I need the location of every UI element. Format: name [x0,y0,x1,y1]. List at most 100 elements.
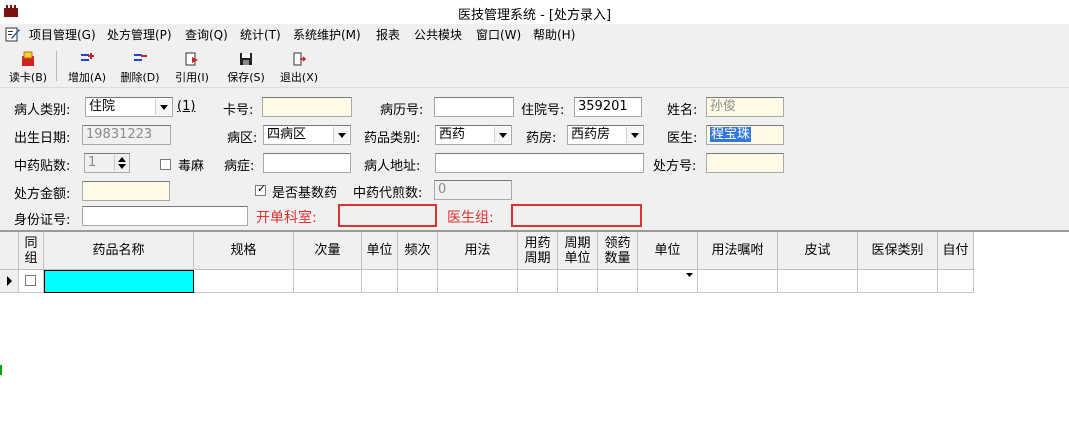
grid-corner [0,232,19,270]
menu-window[interactable]: 窗口(W) [476,26,521,43]
col-header-unit[interactable]: 单位 [362,232,398,270]
col-header-text: 用药周期 [524,235,551,266]
drug-type-select[interactable]: 西药 [435,125,512,145]
menu-help[interactable]: 帮助(H) [533,26,575,43]
col-header-text: 领药数量 [604,235,631,266]
col-header-skin-test[interactable]: 皮试 [778,232,858,270]
cell-insurance[interactable] [858,270,938,293]
reference-button[interactable]: 引用(I) [169,49,215,85]
spin-down-icon[interactable] [118,164,126,169]
cell-unit2[interactable] [638,270,698,293]
doctor-input[interactable]: 程宝珠 [706,125,784,145]
rx-no-input[interactable] [706,153,784,173]
cell-period-unit[interactable] [558,270,598,293]
spin-up-icon[interactable] [118,157,126,162]
col-header-frequency[interactable]: 频次 [398,232,438,270]
birth-date-input[interactable]: 19831223 [82,125,171,145]
delete-button[interactable]: 删除(D) [116,49,164,85]
essential-drug-checkbox[interactable]: ✓ [255,182,267,196]
dept-input[interactable] [338,204,437,227]
drug-type-label: 药品类别: [364,131,421,146]
record-no-input[interactable] [434,97,514,117]
inpatient-no-input[interactable]: 359201 [574,97,642,117]
menu-system[interactable]: 系统维护(M) [293,26,361,43]
menu-statistics[interactable]: 统计(T) [240,26,281,43]
doctor-value: 程宝珠 [710,127,752,142]
col-header-instruction[interactable]: 用法嘱咐 [698,232,778,270]
rx-amount-label: 处方金额: [14,187,71,202]
cell-frequency[interactable] [398,270,438,293]
col-header-period[interactable]: 用药周期 [518,232,558,270]
cell-unit[interactable] [362,270,398,293]
chevron-down-icon[interactable] [494,127,510,143]
cell-group[interactable] [19,270,44,293]
chevron-down-icon[interactable] [155,99,171,115]
id-no-input[interactable] [82,206,248,226]
cell-period[interactable] [518,270,558,293]
drug-type-value: 西药 [439,127,466,142]
cell-dose[interactable] [294,270,362,293]
col-header-usage[interactable]: 用法 [438,232,518,270]
pharmacy-label: 药房: [526,131,557,146]
document-edit-icon[interactable] [5,26,21,42]
checkmark-icon: ✓ [257,182,267,195]
col-header-drug-name[interactable]: 药品名称 [44,232,194,270]
menu-common[interactable]: 公共模块 [414,26,462,43]
reference-label: 引用(I) [175,71,209,84]
save-button[interactable]: 保存(S) [222,49,270,85]
name-input[interactable]: 孙俊 [706,97,784,117]
cell-skin-test[interactable] [778,270,858,293]
col-header-text: 周期单位 [564,235,591,266]
pharmacy-select[interactable]: 西药房 [567,125,644,145]
card-no-input[interactable] [262,97,352,117]
address-input[interactable] [435,153,644,173]
add-button[interactable]: 增加(A) [63,49,111,85]
col-header-quantity[interactable]: 领药数量 [598,232,638,270]
name-label: 姓名: [667,103,698,118]
menu-prescription[interactable]: 处方管理(P) [107,26,172,43]
chevron-down-icon[interactable] [626,127,642,143]
ward-select[interactable]: 四病区 [263,125,351,145]
patient-type-value: 住院 [89,99,116,114]
cell-drug-name[interactable] [44,270,194,293]
patient-type-select[interactable]: 住院 [85,97,173,117]
narcotic-checkbox[interactable] [160,159,171,170]
col-header-dose[interactable]: 次量 [294,232,362,270]
tcm-doses-value: 1 [88,155,97,170]
col-header-insurance[interactable]: 医保类别 [858,232,938,270]
col-header-spec[interactable]: 规格 [194,232,294,270]
col-header-group[interactable]: 同组 [19,232,44,270]
col-header-self-pay[interactable]: 自付 [938,232,974,270]
ward-value: 四病区 [267,127,307,142]
group-checkbox[interactable] [25,275,36,286]
exit-label: 退出(X) [279,71,319,84]
row-indicator[interactable] [0,270,19,293]
save-disk-icon [240,53,252,65]
read-card-button[interactable]: 读卡(B) [6,49,50,85]
reference-icon [185,52,198,66]
add-row-icon [81,53,94,61]
chevron-down-icon[interactable] [686,273,693,278]
spin-buttons[interactable] [114,155,128,171]
tcm-doses-stepper[interactable]: 1 [84,153,130,173]
title-bar: 医技管理系统 - [处方录入] [0,0,1069,25]
rx-amount-input[interactable] [82,181,170,201]
tcm-decoction-input[interactable]: 0 [434,180,512,200]
diagnosis-input[interactable] [263,153,351,173]
chevron-down-icon[interactable] [333,127,349,143]
col-header-unit2[interactable]: 单位 [638,232,698,270]
cell-self-pay[interactable] [938,270,974,293]
exit-button[interactable]: 退出(X) [276,49,322,85]
menu-project[interactable]: 项目管理(G) [29,26,96,43]
col-header-period-unit[interactable]: 周期单位 [558,232,598,270]
read-card-label: 读卡(B) [8,71,48,84]
cell-spec[interactable] [194,270,294,293]
toolbar: 读卡(B) 增加(A) 删除(D) 引用(I) 保存(S) 退出(X) [0,45,1069,88]
doctor-group-input[interactable] [511,204,642,227]
add-label: 增加(A) [67,71,107,84]
cell-usage[interactable] [438,270,518,293]
cell-quantity[interactable] [598,270,638,293]
cell-instruction[interactable] [698,270,778,293]
menu-query[interactable]: 查询(Q) [185,26,228,43]
menu-reports[interactable]: 报表 [376,26,400,43]
